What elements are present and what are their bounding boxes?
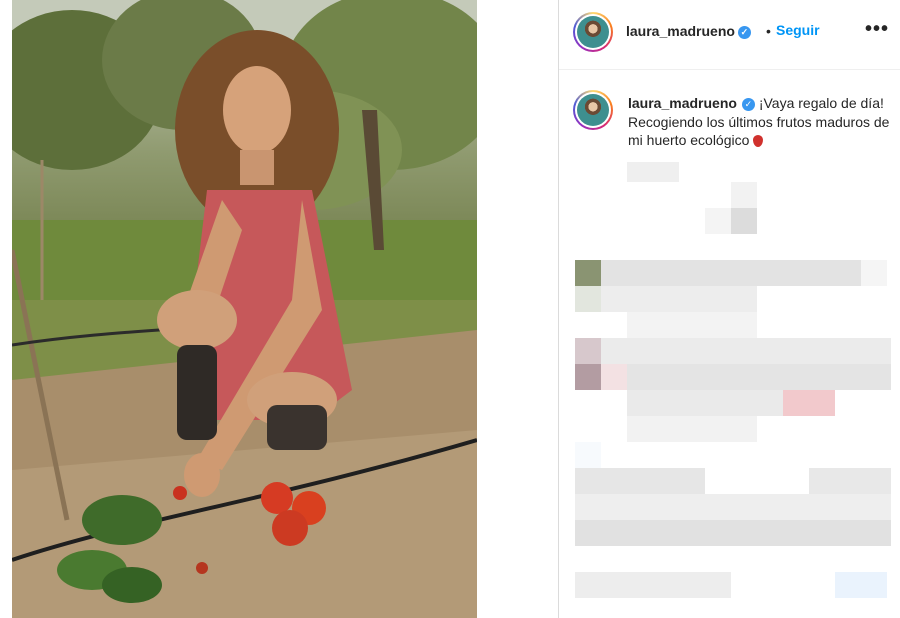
pixel-block (861, 260, 887, 286)
pixel-block (731, 208, 757, 234)
pixel-block (575, 286, 601, 312)
pixel-block (627, 364, 891, 390)
post-media-column (0, 0, 558, 618)
more-options-icon[interactable]: ••• (865, 18, 889, 41)
header-separator: • (766, 23, 771, 39)
pixel-block (627, 312, 757, 338)
pixel-block (575, 468, 705, 494)
pixel-block (575, 364, 601, 390)
pixel-block (627, 162, 679, 182)
pixel-block (575, 442, 601, 468)
caption-avatar[interactable] (573, 90, 613, 130)
post-photo[interactable] (12, 0, 477, 618)
pixel-block (731, 182, 757, 208)
pixel-block (575, 520, 891, 546)
photo-illustration (12, 0, 477, 618)
post-details-panel: laura_madrueno ✓ • Seguir ••• laura_madru… (558, 0, 900, 618)
verified-badge-icon: ✓ (741, 97, 755, 111)
pixel-block (809, 468, 891, 494)
pixel-block (575, 572, 731, 598)
pixel-block (601, 286, 757, 312)
pixel-block (627, 416, 757, 442)
pixel-block (601, 260, 861, 286)
strawberry-emoji-icon (753, 135, 764, 148)
author-username-text[interactable]: laura_madrueno (626, 23, 735, 39)
author-username[interactable]: laura_madrueno ✓ (626, 23, 751, 39)
verified-badge-icon: ✓ (737, 25, 751, 39)
pixel-block (783, 390, 835, 416)
pixel-block (575, 494, 891, 520)
pixel-block (575, 260, 601, 286)
caption-username[interactable]: laura_madrueno (628, 95, 737, 111)
pixel-block (627, 390, 783, 416)
pixel-block (601, 338, 891, 364)
author-avatar[interactable] (573, 12, 613, 52)
pixel-block (835, 572, 887, 598)
pixel-block (601, 364, 627, 390)
pixel-block (575, 338, 601, 364)
caption-text-block: laura_madrueno ✓ ¡Vaya regalo de día! Rec… (628, 94, 890, 150)
follow-button[interactable]: Seguir (776, 22, 820, 38)
pixel-block (705, 208, 731, 234)
post-header: laura_madrueno ✓ • Seguir ••• (559, 0, 900, 70)
